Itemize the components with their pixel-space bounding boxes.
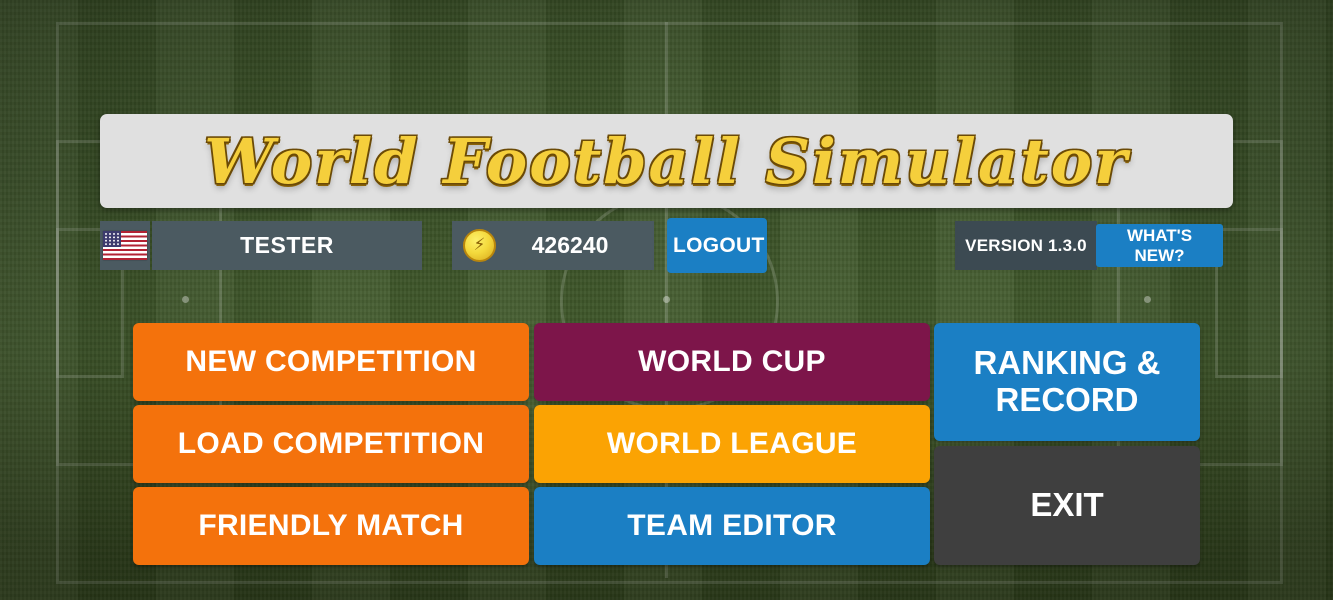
new-competition-button[interactable]: NEW COMPETITION bbox=[133, 323, 529, 401]
team-editor-button[interactable]: TEAM EDITOR bbox=[534, 487, 930, 565]
logout-button[interactable]: LOGOUT bbox=[667, 218, 767, 273]
coin-icon: ⚡ bbox=[463, 229, 496, 262]
world-league-button[interactable]: WORLD LEAGUE bbox=[534, 405, 930, 483]
whats-new-button[interactable]: WHAT'S NEW? bbox=[1096, 224, 1223, 267]
game-main-menu-screen: World Football Simulator TESTER ⚡ 426240… bbox=[0, 0, 1333, 600]
coin-balance-box: ⚡ 426240 bbox=[452, 221, 654, 270]
title-banner: World Football Simulator bbox=[100, 114, 1233, 208]
version-box: VERSION 1.3.0 bbox=[955, 221, 1097, 270]
load-competition-button[interactable]: LOAD COMPETITION bbox=[133, 405, 529, 483]
exit-button[interactable]: EXIT bbox=[934, 446, 1200, 565]
page-title: World Football Simulator bbox=[204, 124, 1129, 198]
coin-amount: 426240 bbox=[531, 232, 609, 258]
friendly-match-button[interactable]: FRIENDLY MATCH bbox=[133, 487, 529, 565]
country-flag-box bbox=[100, 221, 150, 270]
version-label: VERSION 1.3.0 bbox=[965, 235, 1087, 255]
player-name-box: TESTER bbox=[152, 221, 422, 270]
ranking-record-button[interactable]: RANKING & RECORD bbox=[934, 323, 1200, 441]
player-name: TESTER bbox=[240, 232, 334, 258]
world-cup-button[interactable]: WORLD CUP bbox=[534, 323, 930, 401]
us-flag-icon bbox=[103, 231, 147, 260]
